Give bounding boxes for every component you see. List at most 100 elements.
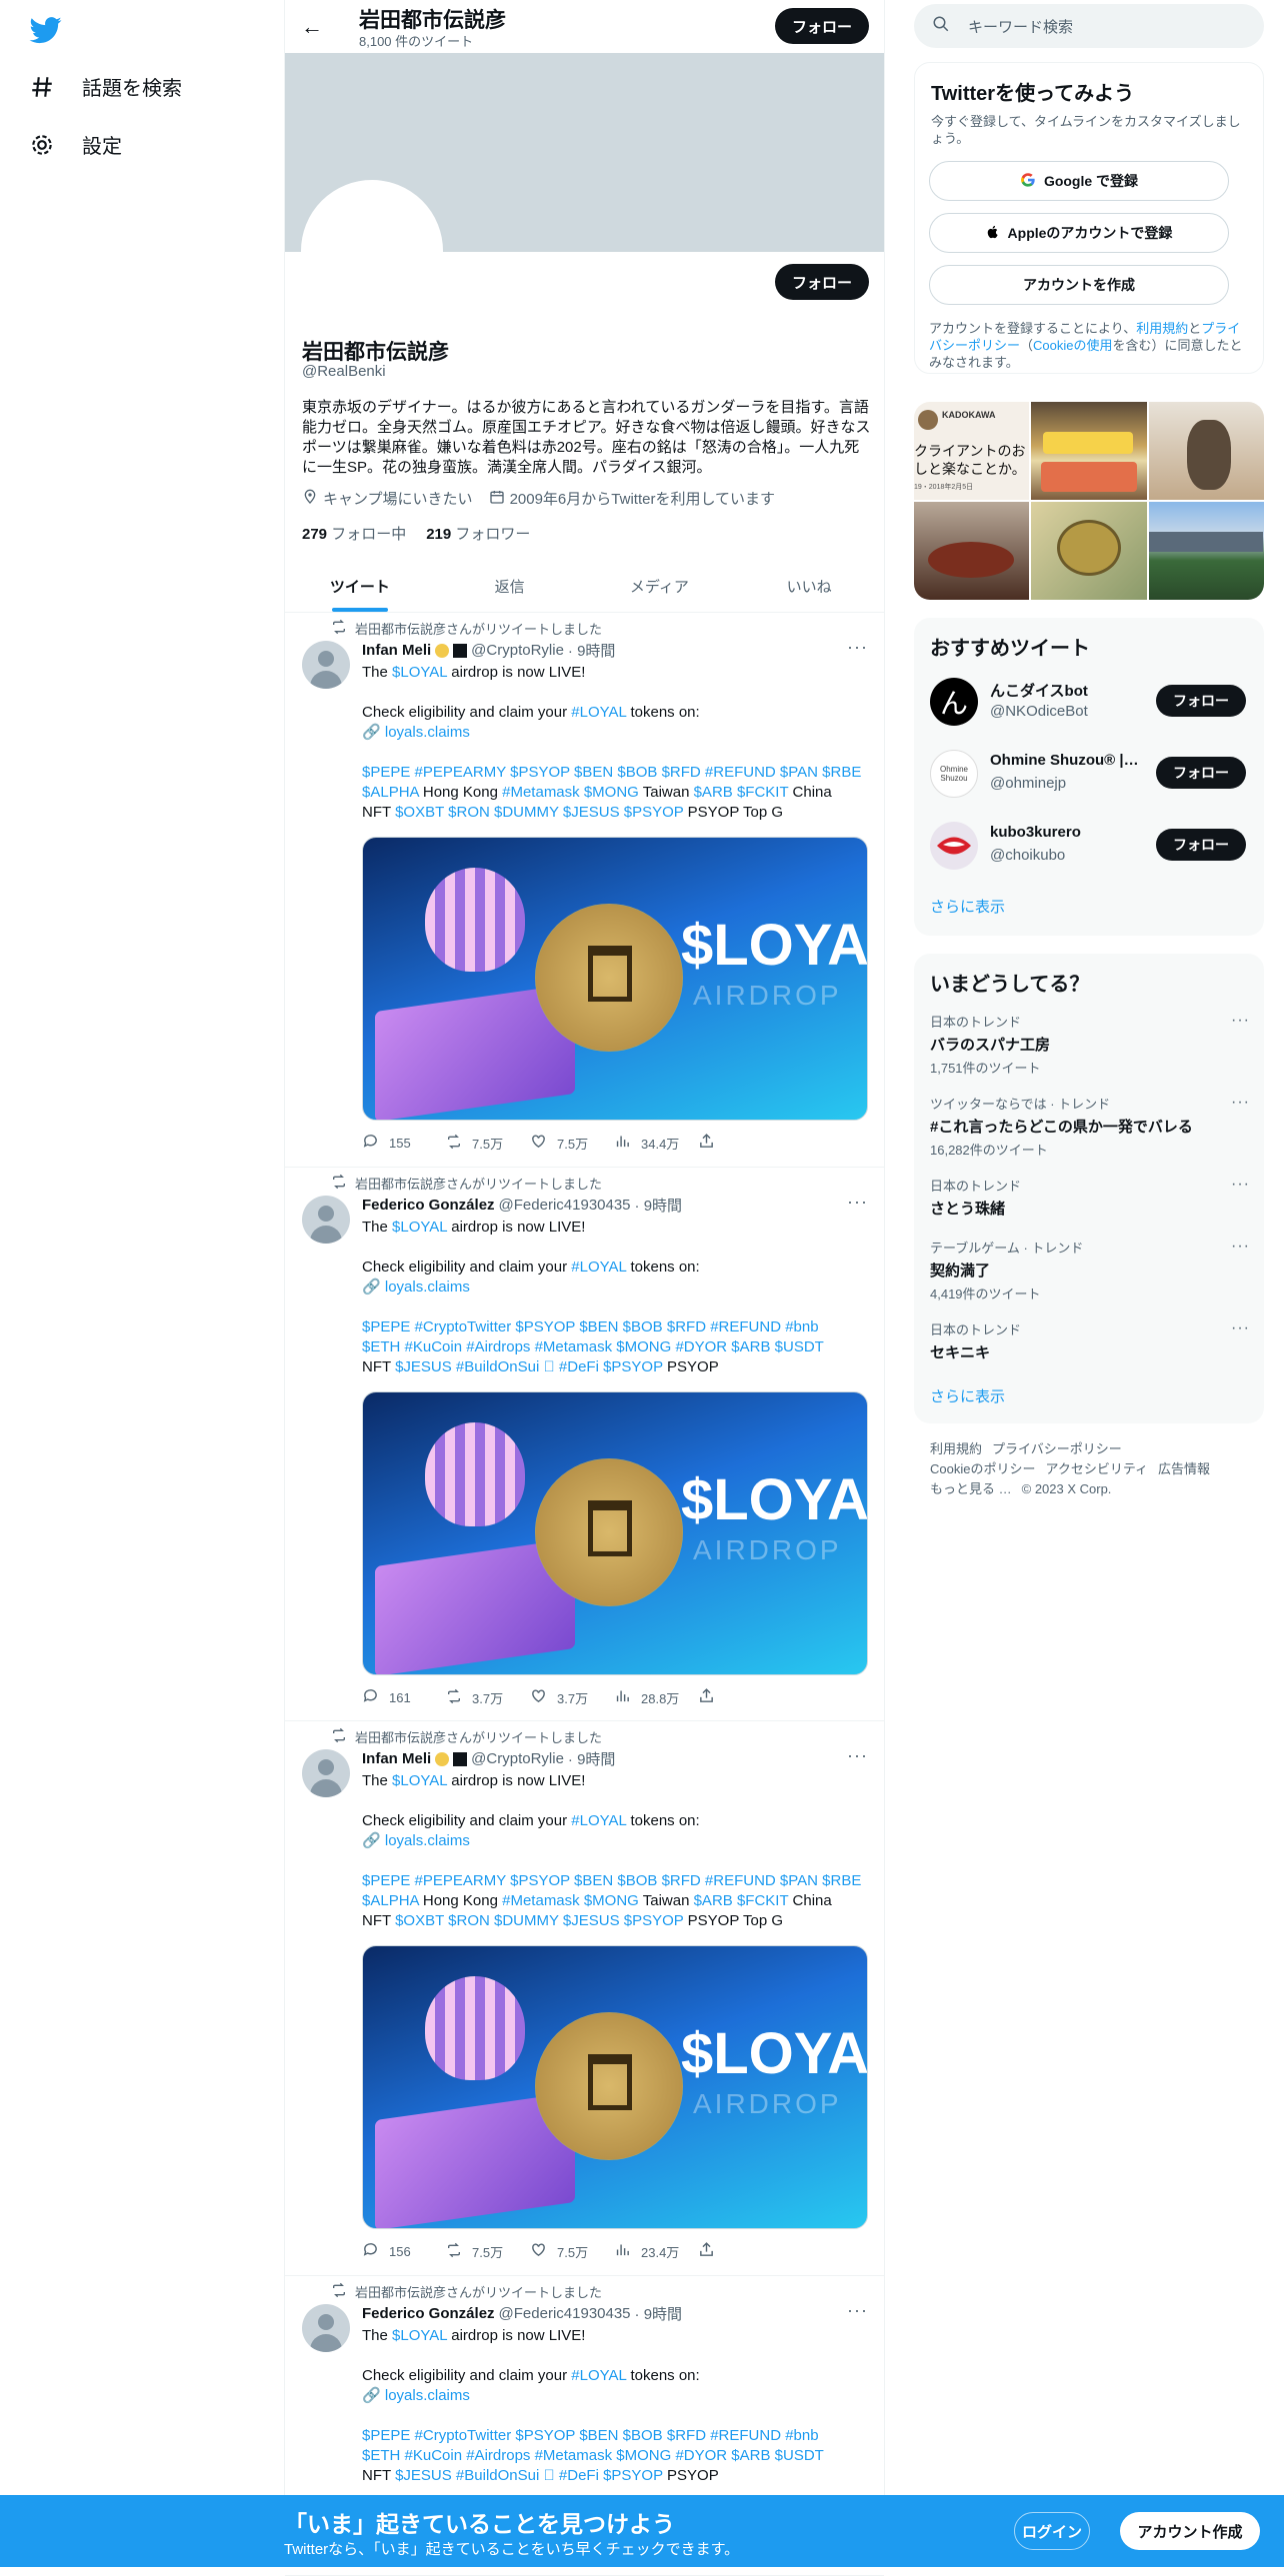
avatar[interactable]	[302, 1749, 350, 1797]
apple-signup-button[interactable]: Appleのアカウントで登録	[929, 213, 1229, 253]
tweet-author-handle[interactable]: @Federic41930435	[499, 1197, 631, 1214]
tab-likes[interactable]: いいね	[734, 560, 884, 612]
more-options-icon[interactable]: ···	[1231, 1094, 1250, 1112]
trend-item[interactable]: ツイッターならでは · トレンド #これ言ったらどこの県か一発でバレる 16,282…	[930, 1094, 1250, 1159]
media-photo-6[interactable]	[1148, 502, 1264, 600]
retweet-button[interactable]: 3.7万	[446, 1687, 530, 1707]
follow-button[interactable]: フォロー	[1156, 757, 1246, 789]
tag-list[interactable]: $JESUS #BuildOnSui ⃠ #DeFi $PSYOP	[395, 1358, 663, 1375]
tag-list[interactable]: $OXBT $RON $DUMMY $JESUS $PSYOP	[395, 804, 683, 821]
share-button[interactable]	[698, 1133, 782, 1153]
tag-list[interactable]: $PEPE #PEPEARMY $PSYOP $BEN $BOB $RFD #R…	[362, 764, 861, 781]
views-button[interactable]: 34.4万	[614, 1133, 698, 1153]
profile-avatar[interactable]	[301, 180, 443, 322]
tab-tweets[interactable]: ツイート	[285, 560, 435, 612]
tweet-time[interactable]: · 9時間	[635, 1195, 683, 1216]
tweet[interactable]: 岩田都市伝説彦さんがリツイートしました Infan Meli @CryptoRyli…	[285, 613, 884, 1168]
tag-list[interactable]: $PEPE #PEPEARMY $PSYOP $BEN $BOB $RFD #R…	[362, 1872, 861, 1889]
more-options-icon[interactable]: ···	[1231, 1176, 1250, 1194]
external-link[interactable]: loyals.claims	[385, 1832, 470, 1849]
like-button[interactable]: 7.5万	[530, 1133, 614, 1153]
like-button[interactable]: 7.5万	[530, 2241, 614, 2261]
like-button[interactable]: 3.7万	[530, 1687, 614, 1707]
recommend-more-link[interactable]: さらに表示	[930, 896, 1005, 917]
search-input[interactable]: キーワード検索	[914, 4, 1264, 48]
more-options-icon[interactable]: ···	[847, 2300, 868, 2321]
reply-button[interactable]: 161	[362, 1687, 446, 1707]
avatar[interactable]	[302, 2304, 350, 2352]
recommend-user-3[interactable]: kubo3kurero @choikubo フォロー	[930, 818, 1250, 874]
tag-list[interactable]: $ETH #KuCoin #Airdrops #Metamask $MONG #…	[362, 2447, 824, 2464]
trend-item[interactable]: 日本のトレンド バラのスパナ工房 1,751件のツイート ···	[930, 1012, 1250, 1077]
signup-button[interactable]: アカウント作成	[1120, 2512, 1260, 2550]
more-options-icon[interactable]: ···	[1231, 1319, 1250, 1337]
cookie-link[interactable]: Cookieの使用	[1033, 338, 1112, 353]
tweet-time[interactable]: · 9時間	[635, 2303, 683, 2324]
avatar[interactable]	[302, 1196, 350, 1244]
tab-media[interactable]: メディア	[585, 560, 735, 612]
tag-list[interactable]: $ETH #KuCoin #Airdrops #Metamask $MONG #…	[362, 1338, 824, 1355]
tag-list[interactable]: $ALPHA	[362, 1892, 419, 1909]
reply-button[interactable]: 156	[362, 2241, 446, 2261]
retweet-button[interactable]: 7.5万	[446, 1133, 530, 1153]
twitter-logo-icon[interactable]	[28, 14, 64, 46]
views-button[interactable]: 23.4万	[614, 2241, 698, 2261]
tag-list[interactable]: $JESUS #BuildOnSui ⃠ #DeFi $PSYOP	[395, 2467, 663, 2484]
external-link[interactable]: loyals.claims	[385, 2387, 470, 2404]
tweet-image[interactable]: $LOYALAIRDROP	[362, 1391, 868, 1675]
trend-item[interactable]: テーブルゲーム · トレンド 契約満了 4,419件のツイート ···	[930, 1238, 1250, 1302]
tag-list[interactable]: #Metamask $MONG	[502, 1892, 639, 1909]
tweet-author-name[interactable]: Federico González	[362, 1197, 495, 1214]
footer-privacy[interactable]: プライバシーポリシー	[992, 1441, 1122, 1456]
create-account-button[interactable]: アカウントを作成	[929, 265, 1229, 305]
follow-button[interactable]: フォロー	[1156, 685, 1246, 717]
tweet-image[interactable]: $LOYALAIRDROP	[362, 1945, 868, 2229]
hashtag-link[interactable]: #LOYAL	[571, 2367, 626, 2384]
tweet-author-handle[interactable]: @Federic41930435	[499, 2305, 631, 2322]
more-options-icon[interactable]: ···	[847, 637, 868, 658]
footer-more[interactable]: もっと見る …	[930, 1481, 1012, 1496]
cashtag-link[interactable]: $LOYAL	[392, 2327, 447, 2344]
tweet-author-name[interactable]: Federico González	[362, 2305, 495, 2322]
cashtag-link[interactable]: $LOYAL	[392, 664, 447, 681]
tweet-author-name[interactable]: Infan Meli	[362, 1750, 431, 1767]
follow-button[interactable]: フォロー	[1156, 829, 1246, 861]
footer-terms[interactable]: 利用規約	[930, 1441, 982, 1456]
tag-list[interactable]: $ALPHA	[362, 784, 419, 801]
media-photo-5[interactable]	[1031, 502, 1147, 600]
cashtag-link[interactable]: $LOYAL	[392, 1772, 447, 1789]
hashtag-link[interactable]: #LOYAL	[571, 704, 626, 721]
media-photo-2[interactable]	[1031, 402, 1147, 500]
more-options-icon[interactable]: ···	[1231, 1238, 1250, 1256]
retweet-button[interactable]: 7.5万	[446, 2241, 530, 2261]
tag-list[interactable]: $PEPE #CryptoTwitter $PSYOP $BEN $BOB $R…	[362, 2427, 819, 2444]
reply-button[interactable]: 155	[362, 1133, 446, 1153]
login-button[interactable]: ログイン	[1014, 2512, 1090, 2550]
tag-list[interactable]: #Metamask $MONG	[502, 784, 639, 801]
footer-ads[interactable]: 広告情報	[1158, 1461, 1210, 1476]
more-options-icon[interactable]: ···	[847, 1745, 868, 1766]
media-photo-4[interactable]	[914, 502, 1030, 600]
media-photo-1[interactable]: KADOKAWA クライアントのお しと楽なことか。 19・2018年2月5日	[914, 402, 1030, 500]
trends-more-link[interactable]: さらに表示	[930, 1385, 1005, 1406]
hashtag-link[interactable]: #LOYAL	[571, 1812, 626, 1829]
footer-accessibility[interactable]: アクセシビリティ	[1045, 1461, 1148, 1476]
media-photo-3[interactable]	[1148, 402, 1264, 500]
terms-link[interactable]: 利用規約	[1136, 321, 1188, 336]
trend-item[interactable]: 日本のトレンド さとう珠緒 ···	[930, 1176, 1250, 1219]
tweet-author-handle[interactable]: @CryptoRylie	[471, 1750, 564, 1767]
cashtag-link[interactable]: $LOYAL	[392, 1219, 447, 1236]
header-follow-button[interactable]: フォロー	[775, 8, 869, 44]
following-link[interactable]: 279 フォロー中	[302, 523, 406, 544]
google-signup-button[interactable]: Google で登録	[929, 161, 1229, 201]
tweet[interactable]: 岩田都市伝説彦さんがリツイートしました Infan Meli @CryptoRyli…	[285, 1721, 884, 2276]
tweet-image[interactable]: $LOYALAIRDROP	[362, 837, 868, 1121]
back-arrow-icon[interactable]: ←	[297, 12, 327, 42]
hashtag-link[interactable]: #LOYAL	[571, 1259, 626, 1276]
external-link[interactable]: loyals.claims	[385, 1279, 470, 1295]
tag-list[interactable]: $ARB $FCKIT	[694, 784, 789, 801]
tweet-time[interactable]: · 9時間	[568, 640, 616, 661]
tweet-author-name[interactable]: Infan Meli	[362, 642, 431, 659]
tag-list[interactable]: $PEPE #CryptoTwitter $PSYOP $BEN $BOB $R…	[362, 1318, 819, 1335]
trend-item[interactable]: 日本のトレンド セキニキ ···	[930, 1319, 1250, 1362]
